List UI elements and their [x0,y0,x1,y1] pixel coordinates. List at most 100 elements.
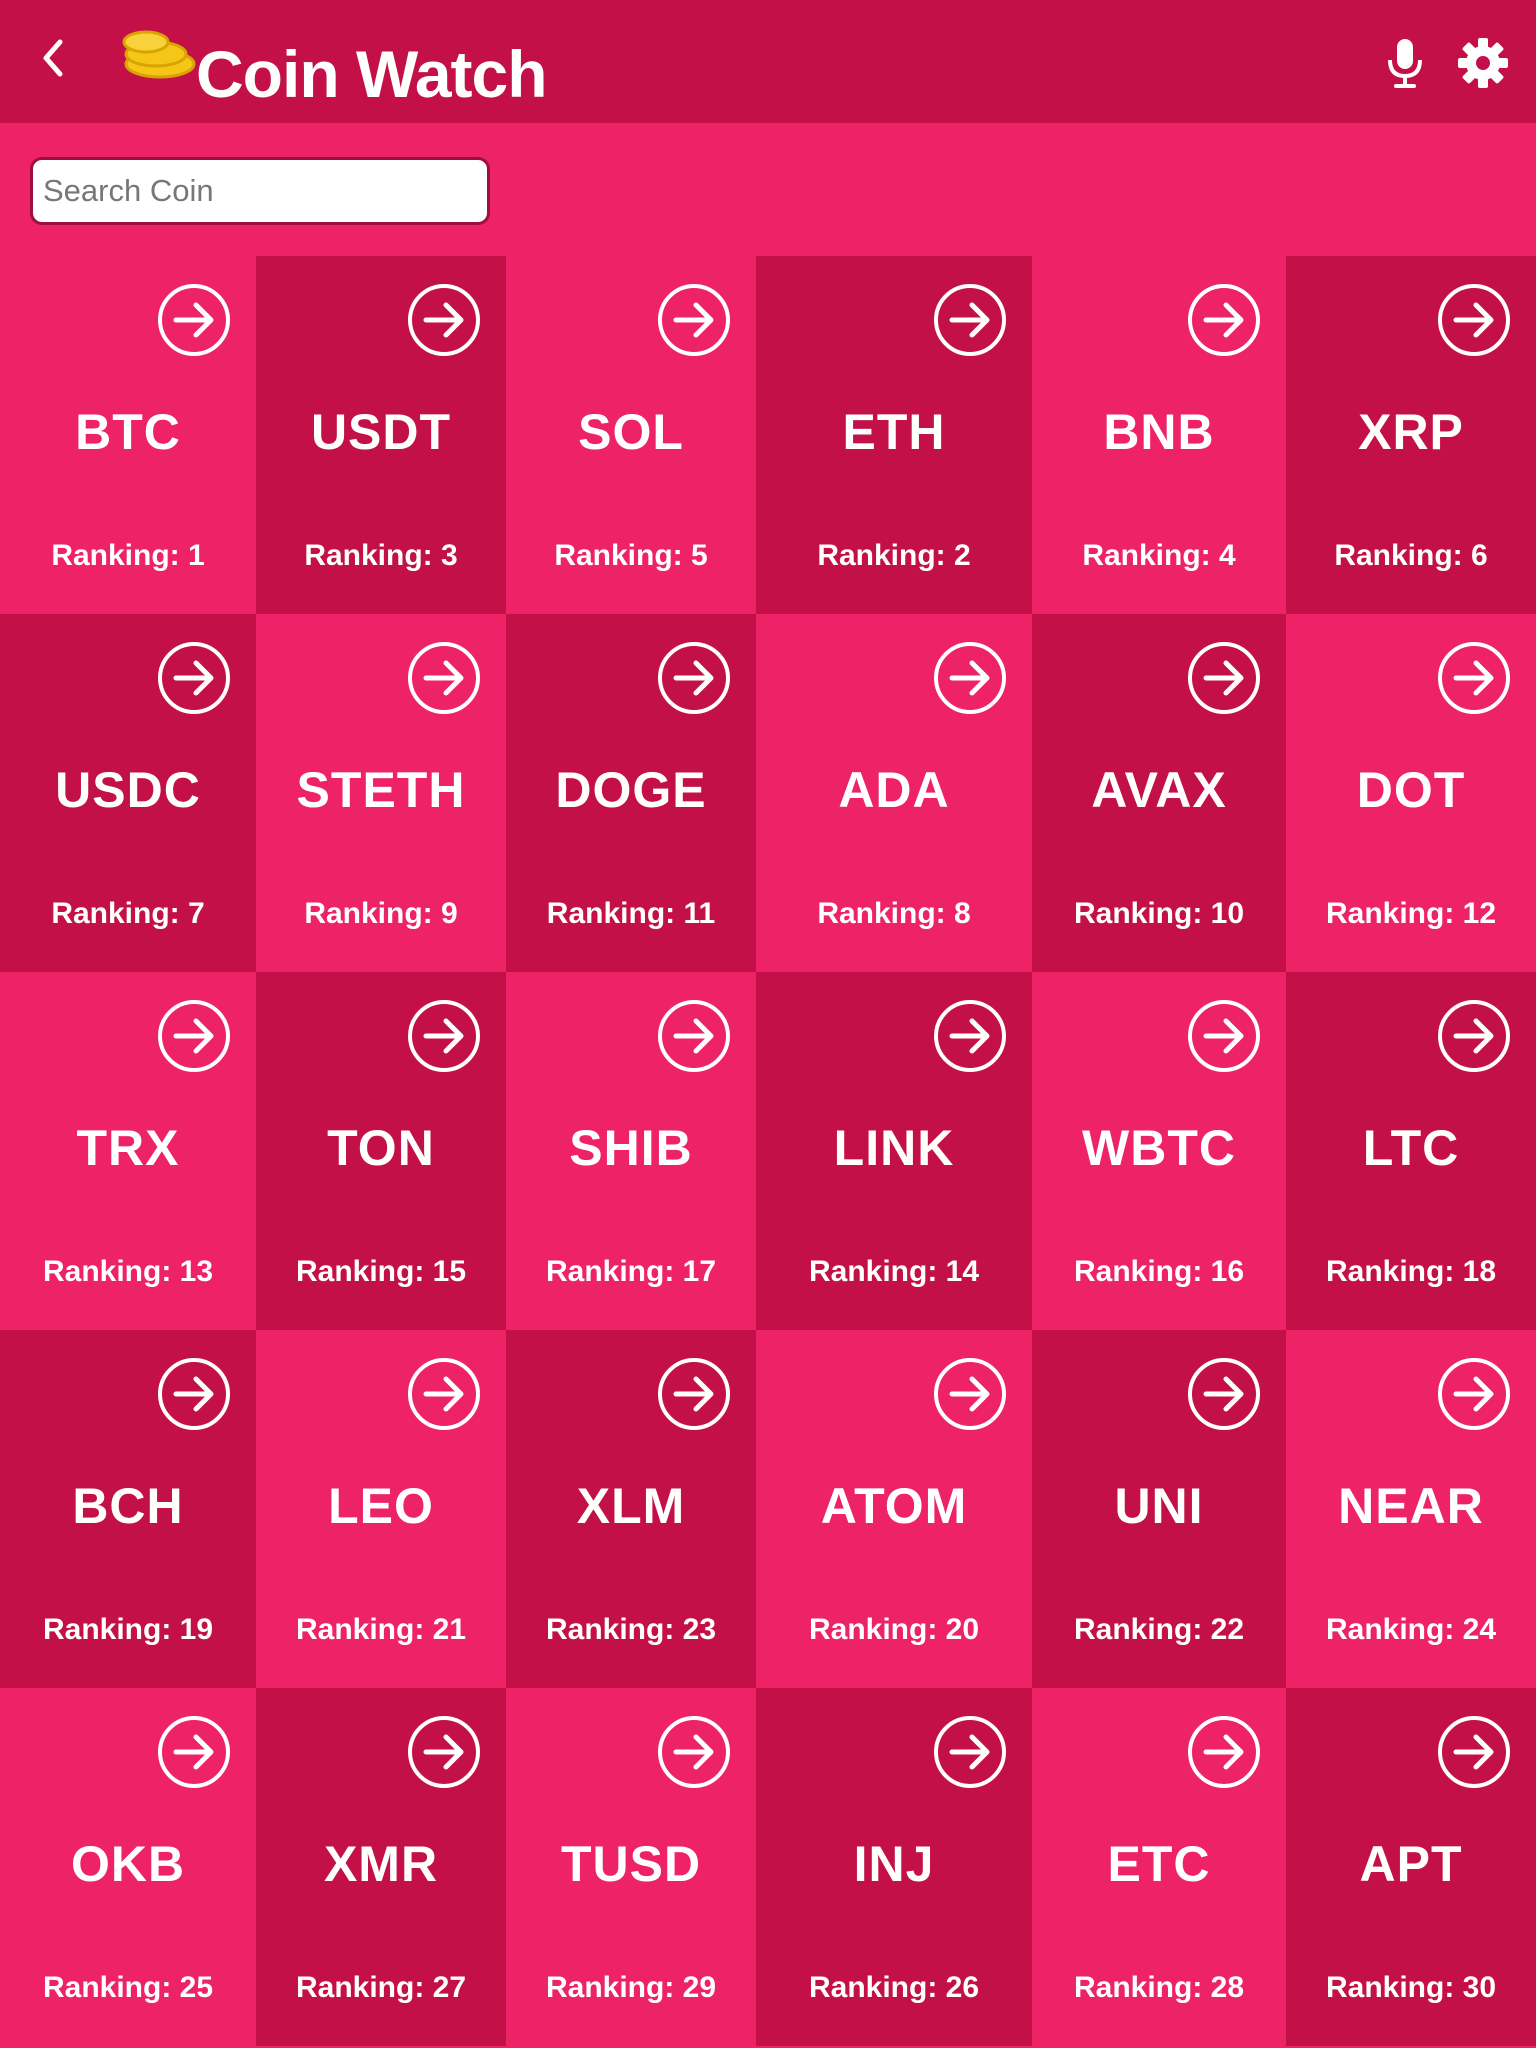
coin-tile[interactable]: USDT Ranking: 3 [256,256,506,614]
microphone-icon [1388,39,1422,88]
coin-tile[interactable]: BCH Ranking: 19 [0,1330,256,1688]
arrow-right-circle-icon[interactable] [406,998,482,1074]
arrow-right-circle-icon[interactable] [656,1714,732,1790]
coin-ranking: Ranking: 11 [546,897,716,930]
arrow-right-circle-icon[interactable] [156,1714,232,1790]
coin-grid: BTC Ranking: 1 USDT Ranking: 3 SOL Ranking: 5… [0,256,1536,2046]
coin-tile[interactable]: LTC Ranking: 18 [1286,972,1536,1330]
arrow-right-circle-icon[interactable] [1436,282,1512,358]
arrow-right-circle-icon[interactable] [1186,282,1262,358]
arrow-right-circle-icon[interactable] [1436,998,1512,1074]
arrow-right-circle-icon[interactable] [1186,1714,1262,1790]
coin-tile[interactable]: NEAR Ranking: 24 [1286,1330,1536,1688]
coin-tile[interactable]: SOL Ranking: 5 [506,256,756,614]
coin-tile[interactable]: ETC Ranking: 28 [1032,1688,1286,2046]
coin-symbol: AVAX [1091,762,1227,818]
coin-symbol: ETC [1107,1836,1211,1892]
coin-symbol: USDC [55,762,201,818]
arrow-right-circle-icon[interactable] [1436,1356,1512,1432]
coin-ranking: Ranking: 4 [1082,539,1236,572]
coin-symbol: USDT [310,404,452,460]
coin-symbol: ADA [838,762,950,818]
arrow-right-circle-icon[interactable] [1186,1356,1262,1432]
coin-ranking: Ranking: 12 [1325,897,1497,930]
coin-ranking: Ranking: 21 [295,1613,467,1646]
coin-symbol: LINK [833,1120,955,1176]
coin-symbol: XRP [1358,404,1464,460]
arrow-right-circle-icon[interactable] [932,640,1008,716]
chevron-left-icon [43,39,63,77]
coin-tile[interactable]: TUSD Ranking: 29 [506,1688,756,2046]
coin-tile[interactable]: OKB Ranking: 25 [0,1688,256,2046]
coin-ranking: Ranking: 16 [1073,1255,1245,1288]
coin-ranking: Ranking: 18 [1325,1255,1497,1288]
search-input[interactable] [30,157,490,225]
arrow-right-circle-icon[interactable] [156,998,232,1074]
coin-tile[interactable]: LEO Ranking: 21 [256,1330,506,1688]
coin-ranking: Ranking: 14 [808,1255,980,1288]
arrow-right-circle-icon[interactable] [406,640,482,716]
coin-symbol: XMR [323,1836,439,1892]
coin-tile[interactable]: ETH Ranking: 2 [756,256,1032,614]
arrow-right-circle-icon[interactable] [656,282,732,358]
coin-tile[interactable]: BNB Ranking: 4 [1032,256,1286,614]
coin-tile[interactable]: USDC Ranking: 7 [0,614,256,972]
coin-symbol: DOT [1356,762,1466,818]
arrow-right-circle-icon[interactable] [932,998,1008,1074]
coin-tile[interactable]: UNI Ranking: 22 [1032,1330,1286,1688]
coin-tile[interactable]: APT Ranking: 30 [1286,1688,1536,2046]
coins-icon [122,30,196,79]
coin-ranking: Ranking: 3 [304,539,458,572]
arrow-right-circle-icon[interactable] [932,282,1008,358]
coin-symbol: LEO [328,1478,434,1534]
coin-tile[interactable]: BTC Ranking: 1 [0,256,256,614]
coin-symbol: TON [327,1120,435,1176]
coin-ranking: Ranking: 15 [295,1255,467,1288]
coin-tile[interactable]: TRX Ranking: 13 [0,972,256,1330]
coin-tile[interactable]: ADA Ranking: 8 [756,614,1032,972]
coin-tile[interactable]: INJ Ranking: 26 [756,1688,1032,2046]
coin-ranking: Ranking: 1 [51,539,205,572]
coin-symbol: ATOM [820,1478,968,1534]
coin-ranking: Ranking: 5 [554,539,708,572]
coin-tile[interactable]: SHIB Ranking: 17 [506,972,756,1330]
back-button[interactable] [30,30,76,86]
voice-search-button[interactable] [1380,36,1430,90]
coin-tile[interactable]: ATOM Ranking: 20 [756,1330,1032,1688]
arrow-right-circle-icon[interactable] [406,282,482,358]
coin-symbol: DOGE [555,762,707,818]
coin-symbol: SHIB [569,1120,693,1176]
coin-tile[interactable]: XMR Ranking: 27 [256,1688,506,2046]
arrow-right-circle-icon[interactable] [1436,640,1512,716]
coin-tile[interactable]: WBTC Ranking: 16 [1032,972,1286,1330]
arrow-right-circle-icon[interactable] [932,1356,1008,1432]
coin-ranking: Ranking: 2 [817,539,971,572]
coin-ranking: Ranking: 19 [42,1613,214,1646]
arrow-right-circle-icon[interactable] [932,1714,1008,1790]
coin-tile[interactable]: TON Ranking: 15 [256,972,506,1330]
settings-button[interactable] [1456,36,1510,90]
arrow-right-circle-icon[interactable] [656,1356,732,1432]
arrow-right-circle-icon[interactable] [656,640,732,716]
arrow-right-circle-icon[interactable] [656,998,732,1074]
app-title: Coin Watch [196,37,548,111]
arrow-right-circle-icon[interactable] [1186,998,1262,1074]
coin-tile[interactable]: XLM Ranking: 23 [506,1330,756,1688]
coin-ranking: Ranking: 26 [808,1971,980,2004]
arrow-right-circle-icon[interactable] [1436,1714,1512,1790]
coin-ranking: Ranking: 7 [51,897,205,930]
arrow-right-circle-icon[interactable] [406,1356,482,1432]
arrow-right-circle-icon[interactable] [406,1714,482,1790]
arrow-right-circle-icon[interactable] [1186,640,1262,716]
coin-tile[interactable]: XRP Ranking: 6 [1286,256,1536,614]
coin-tile[interactable]: DOGE Ranking: 11 [506,614,756,972]
coin-tile[interactable]: AVAX Ranking: 10 [1032,614,1286,972]
coin-ranking: Ranking: 25 [42,1971,214,2004]
arrow-right-circle-icon[interactable] [156,640,232,716]
coin-symbol: APT [1359,1836,1463,1892]
coin-tile[interactable]: STETH Ranking: 9 [256,614,506,972]
coin-tile[interactable]: LINK Ranking: 14 [756,972,1032,1330]
arrow-right-circle-icon[interactable] [156,1356,232,1432]
coin-tile[interactable]: DOT Ranking: 12 [1286,614,1536,972]
arrow-right-circle-icon[interactable] [156,282,232,358]
